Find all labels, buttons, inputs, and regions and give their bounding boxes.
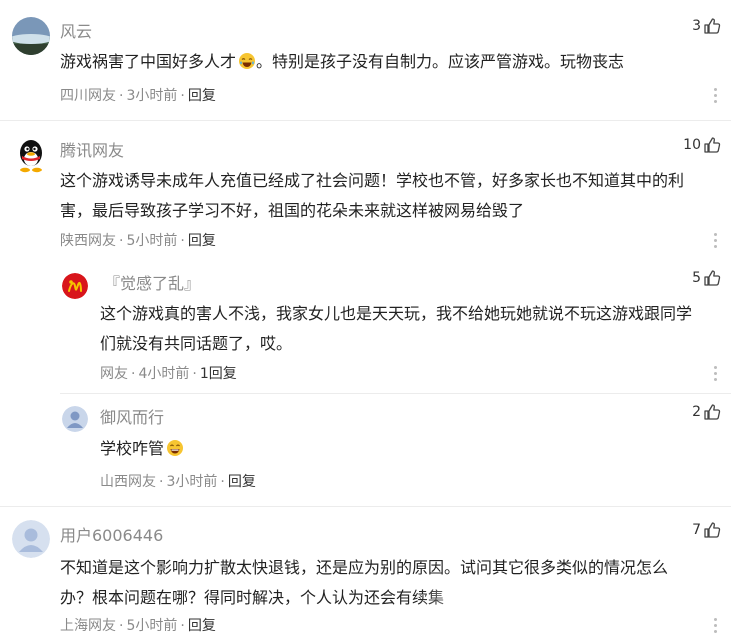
like-count: 5: [692, 270, 701, 286]
grinning-emoji-icon: [167, 440, 184, 456]
comment-meta: 上海网友 · 5小时前 · 回复: [60, 615, 216, 635]
thumbs-up-icon: [704, 270, 721, 286]
comment-text: 这个游戏诱导未成年人充值已经成了社会问题！学校也不管，好多家长也不知道其中的利 …: [60, 166, 684, 226]
location: 上海网友: [60, 618, 116, 634]
comment-meta: 四川网友 · 3小时前 · 回复: [60, 85, 216, 105]
reply-button[interactable]: 回复: [228, 471, 256, 491]
comment-meta: 陕西网友 · 5小时前 · 回复: [60, 230, 216, 250]
comment-text-line: 办？根本问题在哪？得同时解决，个人认为还会有续集: [60, 588, 445, 607]
reply-button[interactable]: 回复: [188, 615, 216, 635]
location: 四川网友: [60, 88, 116, 104]
avatar[interactable]: [62, 406, 88, 432]
red-logo-avatar-icon: [62, 273, 88, 299]
divider: [0, 120, 731, 121]
timestamp: 3小时前: [166, 474, 218, 490]
comment-meta: 山西网友 · 3小时前 · 回复: [100, 471, 256, 491]
separator: ·: [119, 88, 124, 104]
username[interactable]: 用户6006446: [60, 522, 163, 546]
more-options-icon[interactable]: [714, 618, 717, 636]
reply-button[interactable]: 1回复: [200, 363, 237, 383]
comment-text: 学校咋管: [100, 434, 184, 464]
location: 网友: [100, 366, 128, 382]
thumbs-up-icon: [704, 404, 721, 420]
default-user-avatar-icon: [12, 520, 50, 558]
timestamp: 4小时前: [138, 366, 190, 382]
divider: [0, 506, 731, 507]
username[interactable]: 『觉感了乱』: [104, 270, 200, 294]
like-button[interactable]: 2: [692, 403, 721, 421]
comment-text-line: 这个游戏真的害人不浅，我家女儿也是天天玩，我不给她玩她就说不玩这游戏跟同学: [100, 304, 693, 323]
avatar[interactable]: [12, 17, 50, 55]
comment-text: 游戏祸害了中国好多人才 。特别是孩子没有自制力。应该严管游戏。玩物丧志: [60, 47, 624, 77]
username[interactable]: 腾讯网友: [60, 137, 124, 161]
thumbs-up-icon: [704, 18, 721, 34]
separator: ·: [131, 366, 136, 382]
like-count: 2: [692, 404, 701, 420]
reply-button[interactable]: 回复: [188, 85, 216, 105]
comment-text: 不知道是这个影响力扩散太快退钱，还是应为别的原因。试问其它很多类似的情况怎么 办…: [60, 553, 668, 613]
reply-button[interactable]: 回复: [188, 230, 216, 250]
timestamp: 3小时前: [126, 88, 178, 104]
like-button[interactable]: 10: [683, 136, 721, 154]
timestamp: 5小时前: [126, 233, 178, 249]
more-options-icon[interactable]: [714, 233, 717, 251]
location: 山西网友: [100, 474, 156, 490]
more-options-icon[interactable]: [714, 366, 717, 384]
like-count: 3: [692, 18, 701, 34]
like-button[interactable]: 7: [692, 521, 721, 539]
thumbs-up-icon: [704, 137, 721, 153]
comment-text-line: 们就没有共同话题了，哎。: [100, 334, 293, 353]
comment-text-part: 。特别是孩子没有自制力。应该严管游戏。玩物丧志: [256, 52, 625, 71]
divider: [60, 393, 731, 394]
like-count: 10: [683, 137, 701, 153]
like-button[interactable]: 3: [692, 17, 721, 35]
landscape-avatar-icon: [12, 17, 50, 55]
comment-text-part: 学校咋管: [100, 439, 165, 458]
avatar[interactable]: [12, 520, 50, 558]
separator: ·: [119, 233, 124, 249]
avatar[interactable]: [62, 273, 88, 299]
separator: ·: [119, 618, 124, 634]
like-button[interactable]: 5: [692, 269, 721, 287]
like-count: 7: [692, 522, 701, 538]
comment-text-line: 害，最后导致孩子学习不好，祖国的花朵未来就这样被网易给毁了: [60, 201, 525, 220]
more-options-icon[interactable]: [714, 88, 717, 106]
separator: ·: [180, 233, 185, 249]
comment-text-part: 游戏祸害了中国好多人才: [60, 52, 237, 71]
comment-text: 这个游戏真的害人不浅，我家女儿也是天天玩，我不给她玩她就说不玩这游戏跟同学 们就…: [100, 299, 692, 359]
default-user-avatar-icon: [62, 406, 88, 432]
thumbs-up-icon: [704, 522, 721, 538]
separator: ·: [159, 474, 164, 490]
qq-penguin-avatar-icon: [20, 140, 42, 173]
separator: ·: [192, 366, 197, 382]
separator: ·: [180, 88, 185, 104]
text-fade-overlay: [420, 583, 500, 613]
timestamp: 5小时前: [126, 618, 178, 634]
comment-meta: 网友 · 4小时前 · 1回复: [100, 363, 237, 383]
location: 陕西网友: [60, 233, 116, 249]
comment-text-line: 不知道是这个影响力扩散太快退钱，还是应为别的原因。试问其它很多类似的情况怎么: [60, 558, 669, 577]
comment-text-line: 这个游戏诱导未成年人充值已经成了社会问题！学校也不管，好多家长也不知道其中的利: [60, 171, 685, 190]
username[interactable]: 风云: [60, 18, 92, 42]
username[interactable]: 御风而行: [100, 404, 164, 428]
laughing-tears-emoji-icon: [239, 53, 256, 69]
separator: ·: [220, 474, 225, 490]
avatar[interactable]: [12, 136, 50, 174]
separator: ·: [180, 618, 185, 634]
